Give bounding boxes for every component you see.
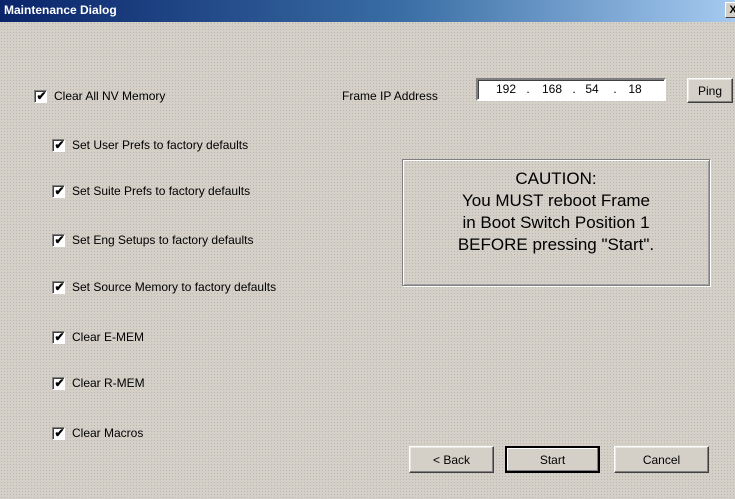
checkbox-label: Set Suite Prefs to factory defaults [72, 184, 251, 198]
clear-macros-checkbox[interactable]: ✔ Clear Macros [52, 425, 143, 441]
clear-all-nv-memory-checkbox[interactable]: ✔ Clear All NV Memory [34, 88, 165, 104]
window-title: Maintenance Dialog [4, 3, 117, 17]
checkbox-box[interactable]: ✔ [34, 88, 47, 103]
checkmark-icon: ✔ [54, 279, 65, 294]
caution-line: You MUST reboot Frame [461, 191, 651, 210]
checkbox-label: Clear Macros [72, 426, 144, 440]
checkbox-label: Set Source Memory to factory defaults [72, 280, 277, 294]
checkbox-box[interactable]: ✔ [52, 137, 65, 152]
checkbox-label: Clear R-MEM [72, 376, 145, 390]
checkbox-box[interactable]: ✔ [52, 183, 65, 198]
clear-e-mem-checkbox[interactable]: ✔ Clear E-MEM [52, 329, 144, 345]
frame-ip-address-label: Frame IP Address [342, 89, 438, 103]
frame-ip-address-field[interactable]: 192 . 168 . 54 . 18 [476, 78, 666, 101]
caution-panel: CAUTION: You MUST reboot Frame in Boot S… [402, 159, 710, 286]
ip-octet-1[interactable]: 192 [492, 82, 520, 96]
checkmark-icon: ✔ [36, 88, 47, 103]
dialog-body: ✔ Clear All NV Memory ✔ Set User Prefs t… [0, 22, 735, 499]
clear-r-mem-checkbox[interactable]: ✔ Clear R-MEM [52, 375, 145, 391]
set-eng-setups-checkbox[interactable]: ✔ Set Eng Setups to factory defaults [52, 232, 253, 248]
ip-separator: . [613, 82, 617, 96]
set-source-memory-checkbox[interactable]: ✔ Set Source Memory to factory defaults [52, 279, 276, 295]
checkmark-icon: ✔ [54, 232, 65, 247]
checkmark-icon: ✔ [54, 425, 65, 440]
title-bar[interactable]: Maintenance Dialog X [0, 0, 735, 22]
checkbox-label: Set Eng Setups to factory defaults [72, 233, 254, 247]
caution-heading: CAUTION: [515, 169, 597, 188]
ip-octet-3[interactable]: 54 [578, 82, 606, 96]
ping-button[interactable]: Ping [687, 78, 733, 103]
back-button[interactable]: < Back [409, 446, 494, 473]
set-user-prefs-checkbox[interactable]: ✔ Set User Prefs to factory defaults [52, 137, 248, 153]
cancel-button[interactable]: Cancel [614, 446, 709, 473]
ip-octet-4[interactable]: 18 [621, 82, 649, 96]
checkbox-box[interactable]: ✔ [52, 232, 65, 247]
checkmark-icon: ✔ [54, 137, 65, 152]
caution-line: in Boot Switch Position 1 [462, 213, 650, 232]
ip-separator: . [526, 82, 530, 96]
checkbox-label: Clear All NV Memory [54, 89, 166, 103]
checkbox-label: Set User Prefs to factory defaults [72, 138, 249, 152]
caution-line: BEFORE pressing "Start". [457, 235, 655, 254]
checkbox-box[interactable]: ✔ [52, 375, 65, 390]
ip-separator: . [572, 82, 576, 96]
set-suite-prefs-checkbox[interactable]: ✔ Set Suite Prefs to factory defaults [52, 183, 250, 199]
checkbox-label: Clear E-MEM [72, 330, 145, 344]
checkmark-icon: ✔ [54, 329, 65, 344]
checkmark-icon: ✔ [54, 183, 65, 198]
ip-octet-2[interactable]: 168 [538, 82, 566, 96]
checkbox-box[interactable]: ✔ [52, 425, 65, 440]
checkmark-icon: ✔ [54, 375, 65, 390]
start-button[interactable]: Start [505, 446, 600, 473]
checkbox-box[interactable]: ✔ [52, 329, 65, 344]
close-icon: X [729, 4, 735, 16]
close-button[interactable]: X [725, 2, 735, 18]
checkbox-box[interactable]: ✔ [52, 279, 65, 294]
